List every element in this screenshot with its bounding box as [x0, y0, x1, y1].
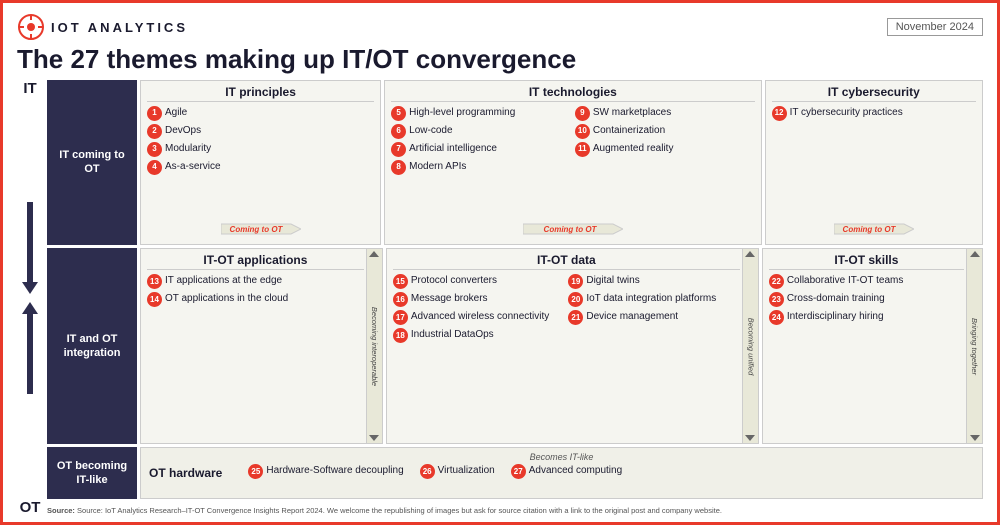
it-ot-skills-content: 22Collaborative IT-OT teams 23Cross-doma… [769, 274, 964, 328]
list-item: 21Device management [568, 310, 739, 325]
axis-it-label: IT [23, 80, 36, 97]
list-item: 27Advanced computing [511, 464, 622, 479]
diagram: IT OT IT coming to OT IT principles [17, 80, 983, 516]
cell-it-ot-applications: IT-OT applications 13IT applications at … [140, 248, 383, 444]
it-ot-apps-col1: 13IT applications at the edge 14OT appli… [147, 274, 364, 310]
axis-ot-label: OT [20, 499, 41, 516]
list-item: 23Cross-domain training [769, 292, 964, 307]
bottom-items: OT hardware 25Hardware-Software decoupli… [149, 464, 974, 482]
becomes-label: Becomes IT-like [149, 452, 974, 462]
list-item: 25Hardware-Software decoupling [248, 464, 403, 479]
it-ot-apps-content: 13IT applications at the edge 14OT appli… [147, 274, 364, 310]
list-item: 2DevOps [147, 124, 374, 139]
bottom-row-label: OT becoming IT-like [47, 447, 137, 499]
list-item: 3Modularity [147, 142, 374, 157]
cell-it-cybersecurity: IT cybersecurity 12IT cybersecurity prac… [765, 80, 983, 246]
logo-text: IOT ANALYTICS [51, 20, 188, 35]
list-item: 20IoT data integration platforms [568, 292, 739, 307]
cell-it-ot-skills: IT-OT skills 22Collaborative IT-OT teams… [762, 248, 983, 444]
list-item: 24Interdisciplinary hiring [769, 310, 964, 325]
row-ot-becoming: OT becoming IT-like Becomes IT-like OT h… [47, 447, 983, 499]
list-item: 12IT cybersecurity practices [772, 106, 976, 121]
coming-to-ot-arrow-2: Coming to OT [523, 222, 623, 236]
ot-hardware-title: OT hardware [149, 466, 222, 480]
it-technologies-header: IT technologies [391, 85, 754, 102]
list-item: 7Artificial intelligence [391, 142, 571, 157]
list-item: 8Modern APIs [391, 160, 571, 175]
date-badge: November 2024 [887, 18, 983, 36]
list-item: 4As-a-service [147, 160, 374, 175]
it-ot-data-content: 15Protocol converters 16Message brokers … [393, 274, 740, 346]
coming-to-ot-arrow-3: Coming to OT [834, 222, 914, 236]
list-item: 11Augmented reality [575, 142, 755, 157]
list-item: 1Agile [147, 106, 374, 121]
it-ot-apps-header: IT-OT applications [147, 253, 364, 270]
it-principles-header: IT principles [147, 85, 374, 102]
it-tech-col1: 5High-level programming 6Low-code 7Artif… [391, 106, 571, 178]
row-it-coming-to-ot: IT coming to OT IT principles 1Agile 2De… [47, 80, 983, 246]
it-cybersecurity-header: IT cybersecurity [772, 85, 976, 102]
cell-it-ot-data: IT-OT data 15Protocol converters 16Messa… [386, 248, 759, 444]
source-text: Source: IoT Analytics Research–IT-OT Con… [77, 506, 722, 515]
page-title: The 27 themes making up IT/OT convergenc… [17, 45, 983, 74]
svg-text:Coming to OT: Coming to OT [229, 225, 283, 234]
logo: IOT ANALYTICS [17, 13, 188, 41]
list-item: 14OT applications in the cloud [147, 292, 364, 307]
it-technologies-content: 5High-level programming 6Low-code 7Artif… [391, 106, 754, 178]
logo-icon [17, 13, 45, 41]
list-item: 10Containerization [575, 124, 755, 139]
list-item: 13IT applications at the edge [147, 274, 364, 289]
list-item: 19Digital twins [568, 274, 739, 289]
bottom-content: Becomes IT-like OT hardware 25Hardware-S… [140, 447, 983, 499]
it-ot-data-col2: 19Digital twins 20IoT data integration p… [568, 274, 739, 346]
cell-it-principles: IT principles 1Agile 2DevOps 3Modularity… [140, 80, 381, 246]
bringing-together-label: Bringing together [970, 318, 979, 375]
list-item: 6Low-code [391, 124, 571, 139]
becoming-unified-label: Becoming unified [746, 318, 755, 376]
axis-left: IT OT [17, 80, 43, 516]
list-item: 5High-level programming [391, 106, 571, 121]
becoming-interoperable-label: Becoming interoperable [370, 307, 379, 386]
it-ot-data-header: IT-OT data [393, 253, 740, 270]
it-tech-col2: 9SW marketplaces 10Containerization 11Au… [575, 106, 755, 178]
svg-text:Coming to OT: Coming to OT [543, 225, 597, 234]
coming-to-ot-arrow: Coming to OT [221, 222, 301, 236]
list-item: 22Collaborative IT-OT teams [769, 274, 964, 289]
it-ot-skills-col1: 22Collaborative IT-OT teams 23Cross-doma… [769, 274, 964, 328]
it-ot-skills-header: IT-OT skills [769, 253, 964, 270]
source-footer: Source: Source: IoT Analytics Research–I… [47, 506, 983, 516]
content-area: IT coming to OT IT principles 1Agile 2De… [47, 80, 983, 516]
it-ot-data-col1: 15Protocol converters 16Message brokers … [393, 274, 564, 346]
list-item: 18Industrial DataOps [393, 328, 564, 343]
list-item: 15Protocol converters [393, 274, 564, 289]
cell-it-technologies: IT technologies 5High-level programming … [384, 80, 761, 246]
list-item: 17Advanced wireless connectivity [393, 310, 564, 325]
page-header: IOT ANALYTICS November 2024 [17, 13, 983, 41]
list-item: 16Message brokers [393, 292, 564, 307]
row-label-it-coming: IT coming to OT [47, 80, 137, 246]
svg-text:Coming to OT: Coming to OT [842, 225, 896, 234]
list-item: 9SW marketplaces [575, 106, 755, 121]
it-principles-col1: 1Agile 2DevOps 3Modularity 4As-a-service [147, 106, 374, 178]
row-it-ot-integration: IT and OT integration IT-OT applications… [47, 248, 983, 444]
it-principles-content: 1Agile 2DevOps 3Modularity 4As-a-service [147, 106, 374, 178]
row-label-integration: IT and OT integration [47, 248, 137, 444]
it-cybersecurity-content: 12IT cybersecurity practices [772, 106, 976, 124]
it-cyber-col1: 12IT cybersecurity practices [772, 106, 976, 124]
list-item: 26Virtualization [420, 464, 495, 479]
